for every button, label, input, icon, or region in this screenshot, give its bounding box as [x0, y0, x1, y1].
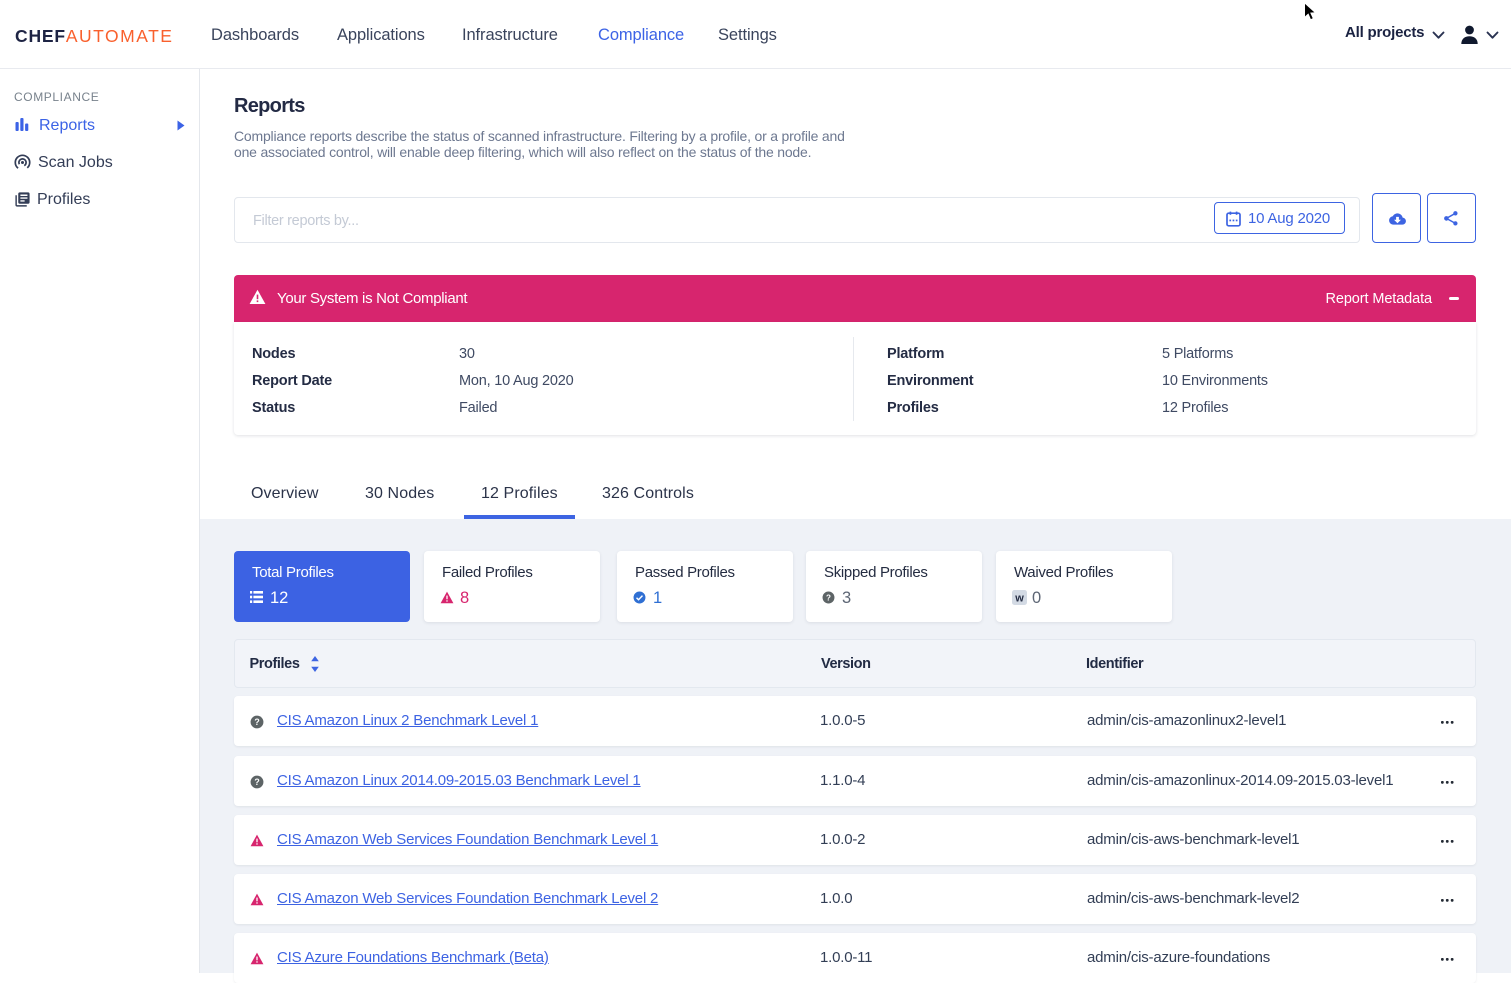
svg-text:?: ?: [254, 777, 259, 787]
svg-text:?: ?: [254, 717, 259, 727]
svg-text:w: w: [1014, 593, 1024, 605]
svg-text:?: ?: [826, 593, 831, 602]
